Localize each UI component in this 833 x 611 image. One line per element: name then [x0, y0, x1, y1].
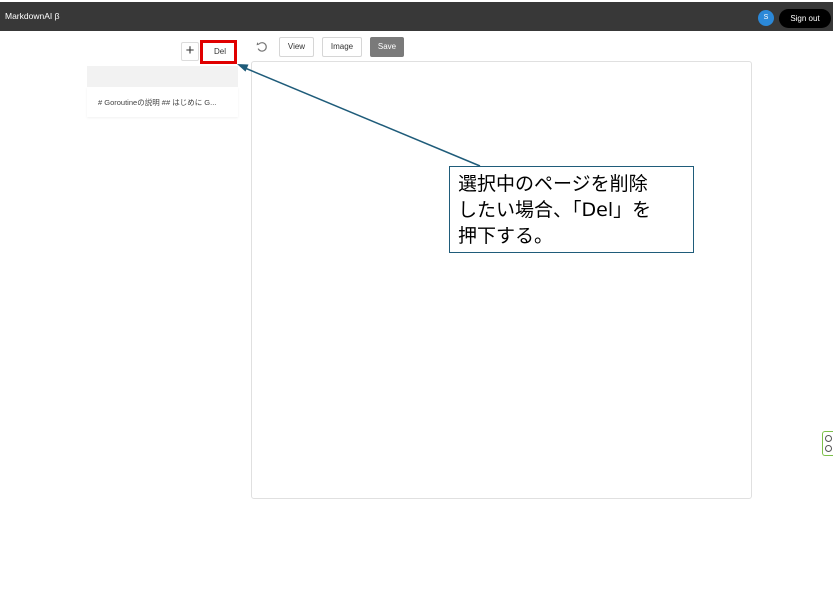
view-button[interactable]: View [279, 37, 314, 57]
sidebar-header [87, 66, 238, 87]
callout-line: 押下する。 [458, 225, 554, 247]
annotation-callout: 選択中のページを削除 したい場合、「Del」を 押下する。 [449, 166, 694, 253]
callout-line: したい場合、「Del」を [458, 199, 652, 221]
app-title: MarkdownAI β [5, 11, 60, 21]
close-icon[interactable] [825, 435, 832, 442]
user-avatar[interactable]: S [758, 10, 774, 26]
sidebar-document-item[interactable]: # Goroutineの説明 ## はじめに G... [87, 87, 238, 117]
app-header: MarkdownAI β S Sign out [0, 2, 833, 31]
image-button[interactable]: Image [322, 37, 362, 57]
undo-icon[interactable] [255, 40, 269, 54]
add-page-button[interactable]: + [181, 42, 199, 61]
del-button-highlight [200, 40, 237, 64]
document-item-label: # Goroutineの説明 ## はじめに G... [98, 98, 217, 107]
callout-line: 選択中のページを削除 [458, 173, 648, 195]
extension-widget[interactable] [822, 431, 833, 456]
save-button[interactable]: Save [370, 37, 404, 57]
sign-out-button[interactable]: Sign out [779, 9, 831, 28]
target-icon[interactable] [825, 445, 832, 452]
markdown-editor[interactable] [251, 61, 752, 499]
